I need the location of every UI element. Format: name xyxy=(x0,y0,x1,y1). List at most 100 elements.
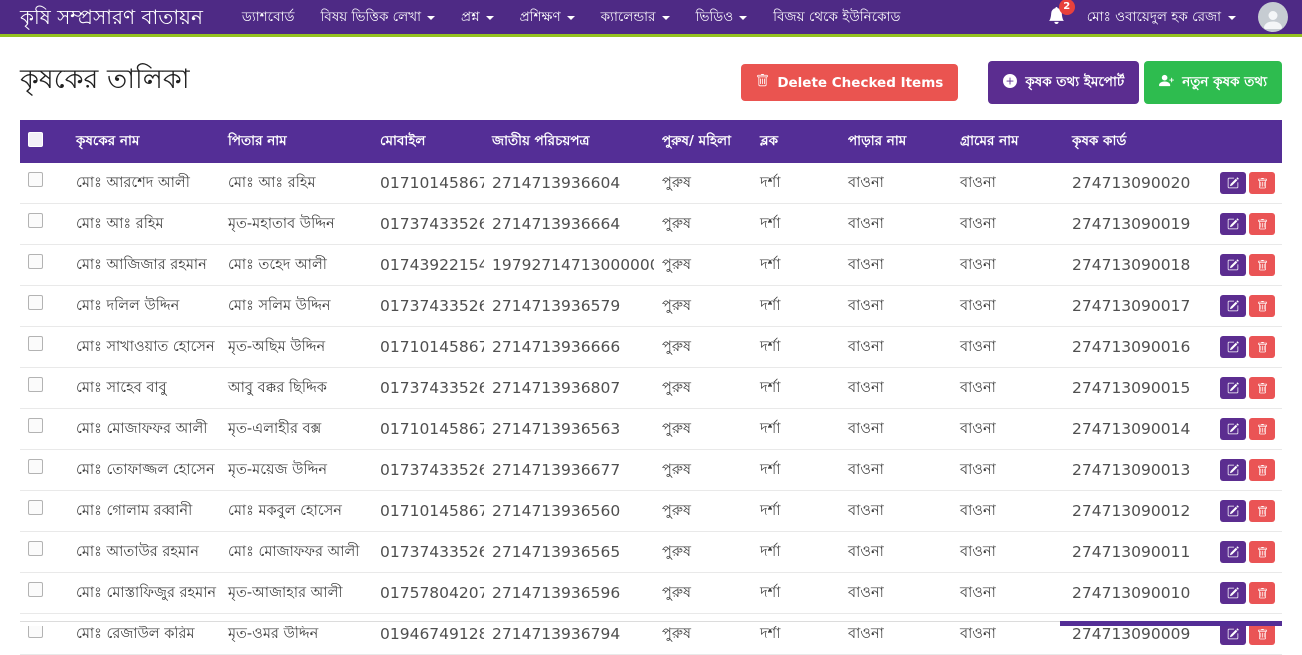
cell-farmer-card: 274713090014 xyxy=(1064,409,1212,450)
user-menu[interactable]: মোঃ ওবায়েদুল হক রেজা xyxy=(1087,6,1236,29)
edit-button[interactable] xyxy=(1220,500,1246,522)
delete-button[interactable] xyxy=(1249,418,1275,440)
select-all-checkbox[interactable] xyxy=(28,132,43,147)
farmer-table: কৃষকের নাম পিতার নাম মোবাইল জাতীয় পরিচয… xyxy=(20,120,1282,655)
nav-item-4[interactable]: ক্যালেন্ডার xyxy=(588,0,683,34)
import-farmer-button[interactable]: কৃষক তথ্য ইমপোর্ট xyxy=(988,61,1139,104)
row-checkbox[interactable] xyxy=(28,336,43,351)
header-block: ব্লক xyxy=(752,120,840,163)
cell-block: দর্শা xyxy=(752,327,840,368)
cell-farmer-card: 274713090016 xyxy=(1064,327,1212,368)
user-name: মোঃ ওবায়েদুল হক রেজা xyxy=(1087,6,1221,29)
delete-button[interactable] xyxy=(1249,541,1275,563)
nav-item-0[interactable]: ড্যাশবোর্ড xyxy=(229,0,308,34)
new-farmer-label: নতুন কৃষক তথ্য xyxy=(1182,71,1267,94)
header-village-name: গ্রামের নাম xyxy=(952,120,1064,163)
delete-button[interactable] xyxy=(1249,582,1275,604)
cell-farmer-card: 274713090015 xyxy=(1064,368,1212,409)
cell-nid: 2714713936664 xyxy=(484,204,654,245)
cell-father-name: আবু বক্কর ছিদ্দিক xyxy=(220,368,372,409)
nav-item-2[interactable]: প্রশ্ন xyxy=(448,0,507,34)
nav-item-6[interactable]: বিজয় থেকে ইউনিকোড xyxy=(760,0,913,34)
chevron-down-icon xyxy=(662,16,670,20)
edit-button[interactable] xyxy=(1220,377,1246,399)
cell-village-name: বাওনা xyxy=(952,409,1064,450)
cell-farmer-name: মোঃ গোলাম রব্বানী xyxy=(68,491,220,532)
edit-button[interactable] xyxy=(1220,172,1246,194)
cell-para-name: বাওনা xyxy=(840,204,952,245)
nav-item-1[interactable]: বিষয় ভিত্তিক লেখা xyxy=(307,0,448,34)
row-checkbox[interactable] xyxy=(28,213,43,228)
row-checkbox[interactable] xyxy=(28,377,43,392)
cell-block: দর্শা xyxy=(752,532,840,573)
header-father-name: পিতার নাম xyxy=(220,120,372,163)
cell-farmer-card: 274713090009 xyxy=(1064,614,1212,655)
main-content: কৃষকের তালিকা Delete Checked Items কৃষক … xyxy=(0,37,1302,655)
table-row: মোঃ তোফাজ্জল হোসেন মৃত-ময়েজ উদ্দিন 0173… xyxy=(20,450,1282,491)
cell-village-name: বাওনা xyxy=(952,245,1064,286)
trash-icon xyxy=(756,74,769,91)
cell-gender: পুরুষ xyxy=(654,409,752,450)
cell-village-name: বাওনা xyxy=(952,286,1064,327)
delete-button[interactable] xyxy=(1249,172,1275,194)
header-farmer-name: কৃষকের নাম xyxy=(68,120,220,163)
edit-button[interactable] xyxy=(1220,295,1246,317)
cell-para-name: বাওনা xyxy=(840,245,952,286)
row-checkbox[interactable] xyxy=(28,295,43,310)
edit-button[interactable] xyxy=(1220,418,1246,440)
chevron-down-icon xyxy=(739,16,747,20)
new-farmer-button[interactable]: নতুন কৃষক তথ্য xyxy=(1144,61,1282,104)
row-checkbox[interactable] xyxy=(28,582,43,597)
delete-button[interactable] xyxy=(1249,377,1275,399)
delete-button[interactable] xyxy=(1249,295,1275,317)
cell-farmer-name: মোঃ দলিল উদ্দিন xyxy=(68,286,220,327)
navbar-menu: ড্যাশবোর্ড বিষয় ভিত্তিক লেখা প্রশ্ন প্র… xyxy=(229,0,914,34)
edit-button[interactable] xyxy=(1220,254,1246,276)
cell-farmer-card: 274713090012 xyxy=(1064,491,1212,532)
chevron-down-icon xyxy=(486,16,494,20)
table-row: মোঃ সাখাওয়াত হোসেন মৃত-অছিম উদ্দিন 0171… xyxy=(20,327,1282,368)
delete-checked-button[interactable]: Delete Checked Items xyxy=(741,64,958,101)
delete-button[interactable] xyxy=(1249,623,1275,645)
cell-mobile: 01743922154 xyxy=(372,245,484,286)
nav-item-label: বিজয় থেকে ইউনিকোড xyxy=(773,6,900,29)
cell-farmer-card: 274713090011 xyxy=(1064,532,1212,573)
nav-item-label: প্রশ্ন xyxy=(461,6,480,29)
edit-button[interactable] xyxy=(1220,213,1246,235)
row-checkbox[interactable] xyxy=(28,254,43,269)
cell-nid: 2714713936604 xyxy=(484,163,654,204)
row-checkbox[interactable] xyxy=(28,459,43,474)
delete-button[interactable] xyxy=(1249,336,1275,358)
cell-mobile: 01710145867 xyxy=(372,409,484,450)
notification-badge: 2 xyxy=(1059,0,1075,15)
cell-father-name: মৃত-ময়েজ উদ্দিন xyxy=(220,450,372,491)
edit-button[interactable] xyxy=(1220,541,1246,563)
row-checkbox[interactable] xyxy=(28,541,43,556)
nav-item-3[interactable]: প্রশিক্ষণ xyxy=(507,0,588,34)
cell-gender: পুরুষ xyxy=(654,491,752,532)
cell-mobile: 01737433526 xyxy=(372,368,484,409)
cell-father-name: মোঃ মকবুল হোসেন xyxy=(220,491,372,532)
brand-title[interactable]: কৃষি সম্প্রসারণ বাতায়ন xyxy=(20,7,203,27)
row-checkbox[interactable] xyxy=(28,418,43,433)
row-checkbox[interactable] xyxy=(28,500,43,515)
delete-button[interactable] xyxy=(1249,459,1275,481)
delete-button[interactable] xyxy=(1249,213,1275,235)
cell-nid: 2714713936563 xyxy=(484,409,654,450)
cell-farmer-card: 274713090019 xyxy=(1064,204,1212,245)
nav-item-5[interactable]: ভিডিও xyxy=(683,0,761,34)
plus-circle-icon xyxy=(1003,74,1017,92)
delete-button[interactable] xyxy=(1249,500,1275,522)
delete-button[interactable] xyxy=(1249,254,1275,276)
edit-button[interactable] xyxy=(1220,336,1246,358)
cell-para-name: বাওনা xyxy=(840,450,952,491)
edit-button[interactable] xyxy=(1220,623,1246,645)
cell-father-name: মোঃ তহেদ আলী xyxy=(220,245,372,286)
cell-gender: পুরুষ xyxy=(654,532,752,573)
cell-gender: পুরুষ xyxy=(654,614,752,655)
edit-button[interactable] xyxy=(1220,582,1246,604)
edit-button[interactable] xyxy=(1220,459,1246,481)
avatar[interactable] xyxy=(1258,2,1288,32)
row-checkbox[interactable] xyxy=(28,172,43,187)
notifications-button[interactable]: 2 xyxy=(1048,7,1065,28)
